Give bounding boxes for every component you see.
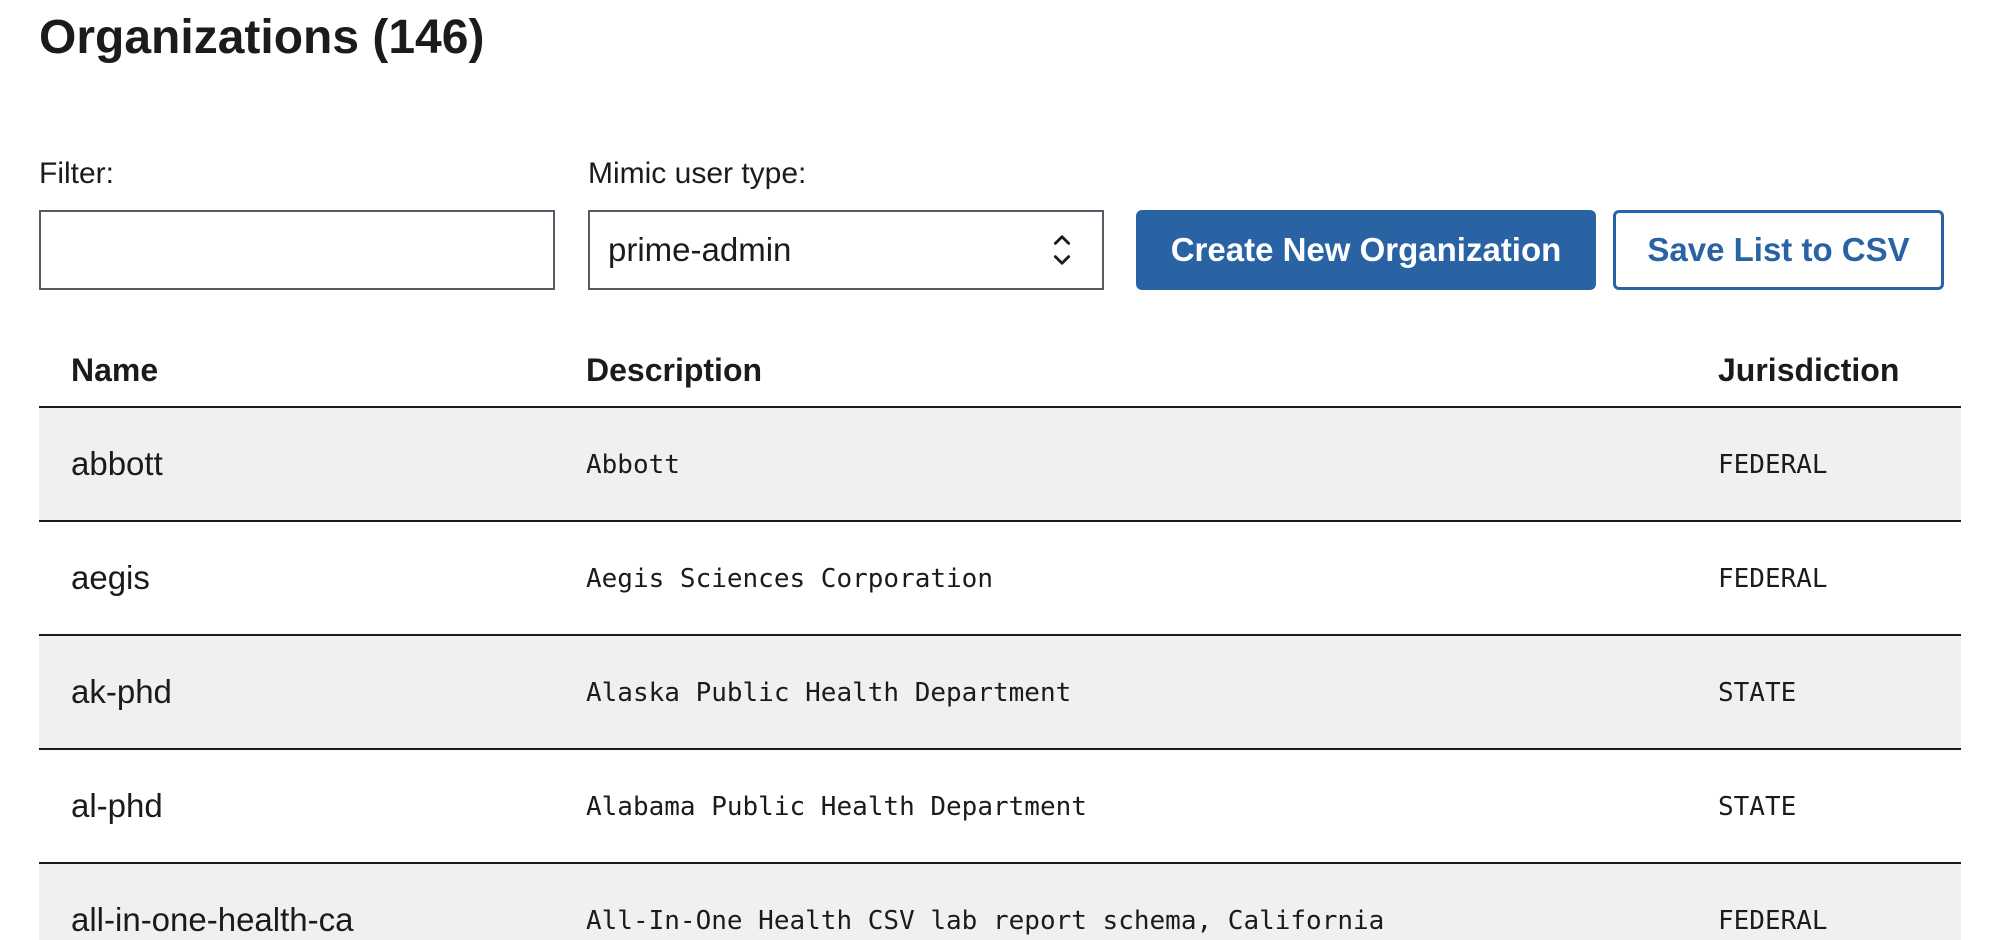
cell-name[interactable]: al-phd <box>71 786 163 826</box>
cell-description: Aegis Sciences Corporation <box>586 564 993 594</box>
column-header-name[interactable]: Name <box>71 350 158 390</box>
filter-input[interactable] <box>39 210 555 290</box>
page-title: Organizations (146) <box>39 11 485 64</box>
organizations-page: Organizations (146) Filter: Mimic user t… <box>0 0 2004 940</box>
cell-description: Alabama Public Health Department <box>586 792 1087 822</box>
save-list-to-csv-button[interactable]: Save List to CSV <box>1613 210 1944 290</box>
cell-name[interactable]: abbott <box>71 444 163 484</box>
cell-name[interactable]: all-in-one-health-ca <box>71 900 353 940</box>
table-row[interactable]: al-phd Alabama Public Health Department … <box>39 750 1961 864</box>
column-header-jurisdiction[interactable]: Jurisdiction <box>1718 350 1899 390</box>
cell-description: All-In-One Health CSV lab report schema,… <box>586 906 1385 936</box>
table-row[interactable]: aegis Aegis Sciences Corporation FEDERAL <box>39 522 1961 636</box>
mimic-user-type-label: Mimic user type: <box>588 157 807 190</box>
cell-jurisdiction: FEDERAL <box>1718 450 1828 480</box>
cell-description: Alaska Public Health Department <box>586 678 1072 708</box>
cell-jurisdiction: FEDERAL <box>1718 564 1828 594</box>
table-row[interactable]: all-in-one-health-ca All-In-One Health C… <box>39 864 1961 940</box>
create-new-organization-button[interactable]: Create New Organization <box>1136 210 1596 290</box>
mimic-user-type-value: prime-admin <box>608 231 792 268</box>
chevron-up-down-icon <box>1052 232 1072 268</box>
mimic-user-type-select[interactable]: prime-admin <box>588 210 1104 290</box>
cell-name[interactable]: ak-phd <box>71 672 172 712</box>
column-header-description[interactable]: Description <box>586 350 762 390</box>
cell-jurisdiction: STATE <box>1718 792 1797 822</box>
table-row[interactable]: abbott Abbott FEDERAL <box>39 408 1961 522</box>
cell-description: Abbott <box>586 450 680 480</box>
cell-jurisdiction: FEDERAL <box>1718 906 1828 936</box>
organizations-table: Name Description Jurisdiction abbott Abb… <box>39 330 1961 940</box>
filter-label: Filter: <box>39 157 114 190</box>
table-header-row: Name Description Jurisdiction <box>39 330 1961 408</box>
table-row[interactable]: ak-phd Alaska Public Health Department S… <box>39 636 1961 750</box>
cell-name[interactable]: aegis <box>71 558 150 598</box>
cell-jurisdiction: STATE <box>1718 678 1797 708</box>
